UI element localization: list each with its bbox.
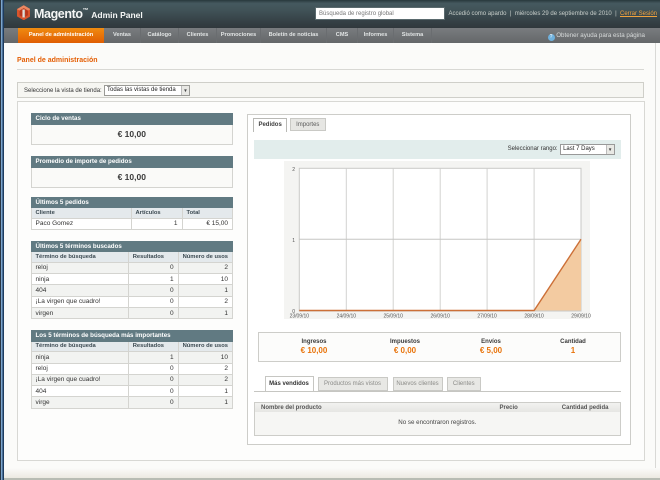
svg-text:2: 2	[293, 167, 296, 173]
svg-text:26/09/10: 26/09/10	[431, 314, 451, 320]
svg-text:29/09/10: 29/09/10	[572, 314, 592, 320]
svg-text:23/09/10: 23/09/10	[290, 314, 310, 320]
svg-text:27/09/10: 27/09/10	[478, 314, 498, 320]
svg-text:24/09/10: 24/09/10	[337, 314, 357, 320]
svg-text:28/09/10: 28/09/10	[525, 314, 545, 320]
svg-text:25/09/10: 25/09/10	[384, 314, 404, 320]
svg-text:1: 1	[293, 238, 296, 244]
